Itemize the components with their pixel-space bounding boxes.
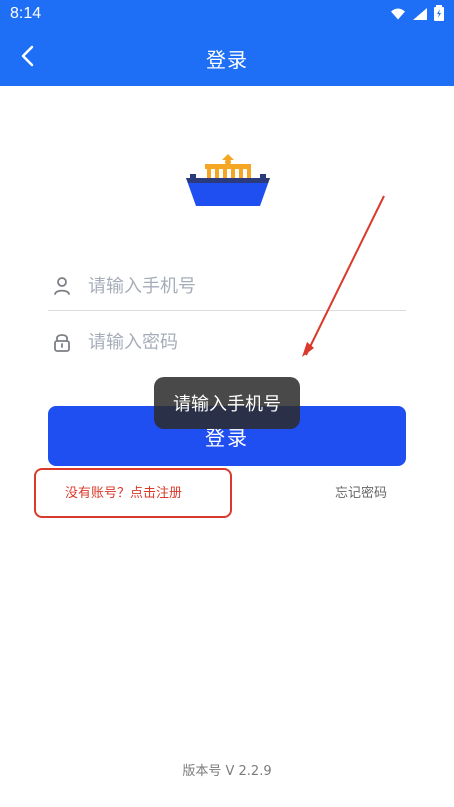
page-title: 登录 (206, 48, 248, 72)
wifi-icon (390, 6, 406, 25)
status-bar: 8:14 (0, 0, 454, 30)
password-input[interactable] (88, 331, 388, 353)
app-header: 登录 (0, 30, 454, 86)
lock-icon (50, 330, 74, 354)
password-row (48, 318, 406, 366)
forgot-password-link[interactable]: 忘记密码 (335, 482, 387, 501)
toast-message: 请输入手机号 (154, 377, 300, 429)
status-time: 8:14 (10, 5, 42, 22)
phone-input[interactable] (88, 275, 388, 297)
user-icon (50, 274, 74, 298)
battery-icon (434, 5, 444, 25)
register-link[interactable]: 没有账号？点击注册 (65, 482, 182, 501)
phone-row (48, 262, 406, 311)
status-icons (390, 5, 444, 25)
signal-icon (412, 6, 428, 25)
bank-logo-icon (182, 150, 274, 210)
version-label: 版本号 V 2.2.9 (182, 764, 272, 779)
